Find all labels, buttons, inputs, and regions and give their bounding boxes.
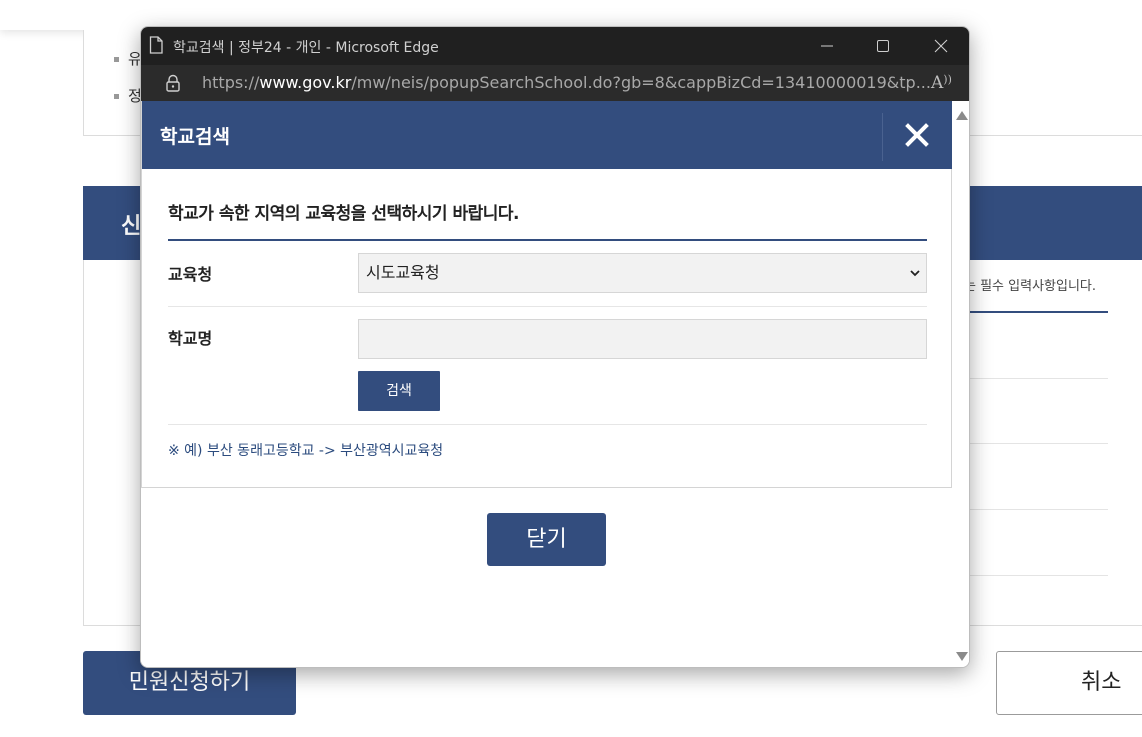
minimize-icon[interactable]	[817, 36, 837, 56]
chevron-down-icon	[910, 270, 920, 277]
page-icon	[149, 36, 163, 54]
close-x-icon[interactable]	[903, 121, 931, 149]
scroll-up-arrow[interactable]	[956, 111, 968, 120]
popup-header: 학교검색	[142, 101, 952, 169]
example-note: ※ 예) 부산 동래고등학교 -> 부산광역시교육청	[168, 443, 444, 459]
background-bullet-1: 유	[114, 48, 142, 69]
school-name-label: 학교명	[168, 329, 213, 348]
background-row-divider	[964, 378, 1108, 379]
lock-icon[interactable]	[165, 74, 181, 92]
header-divider	[882, 113, 883, 161]
window-title: 학교검색 | 정부24 - 개인 - Microsoft Edge	[173, 40, 439, 56]
row-divider	[168, 306, 927, 307]
required-note: 는 필수 입력사항입니다.	[964, 279, 1096, 294]
office-label: 교육청	[168, 265, 213, 284]
address-bar[interactable]: https://www.gov.kr/mw/neis/popupSearchSc…	[141, 65, 969, 101]
background-row-divider	[964, 509, 1108, 510]
background-section-title: 신	[121, 214, 142, 239]
read-aloud-icon[interactable]: A))	[931, 73, 952, 93]
instruction-divider	[168, 239, 927, 241]
scrollbar[interactable]	[952, 101, 969, 667]
education-office-select[interactable]: 시도교육청	[358, 253, 927, 293]
search-panel: 학교검색 학교가 속한 지역의 교육청을 선택하시기 바랍니다. 교육청 시도교…	[141, 101, 952, 488]
row-divider	[168, 424, 927, 425]
window-titlebar[interactable]: 학교검색 | 정부24 - 개인 - Microsoft Edge	[141, 27, 969, 65]
cancel-button[interactable]: 취소	[996, 651, 1142, 715]
search-button[interactable]: 검색	[358, 371, 440, 411]
background-bullet-2: 정	[114, 85, 142, 106]
school-search-popup-window: 학교검색 | 정부24 - 개인 - Microsoft Edge https:…	[140, 26, 970, 668]
background-row-divider	[964, 443, 1108, 444]
required-divider	[964, 311, 1108, 313]
education-office-selected: 시도교육청	[366, 263, 440, 282]
instruction-text: 학교가 속한 지역의 교육청을 선택하시기 바랍니다.	[168, 204, 520, 224]
school-name-input[interactable]	[358, 319, 927, 359]
popup-title: 학교검색	[160, 126, 230, 148]
maximize-icon[interactable]	[873, 36, 893, 56]
close-button[interactable]: 닫기	[487, 513, 606, 566]
window-close-icon[interactable]	[931, 36, 951, 56]
scroll-down-arrow[interactable]	[956, 652, 968, 661]
background-row-divider	[964, 575, 1108, 576]
url-text[interactable]: https://www.gov.kr/mw/neis/popupSearchSc…	[202, 73, 931, 92]
popup-content: 학교검색 학교가 속한 지역의 교육청을 선택하시기 바랍니다. 교육청 시도교…	[141, 101, 952, 667]
